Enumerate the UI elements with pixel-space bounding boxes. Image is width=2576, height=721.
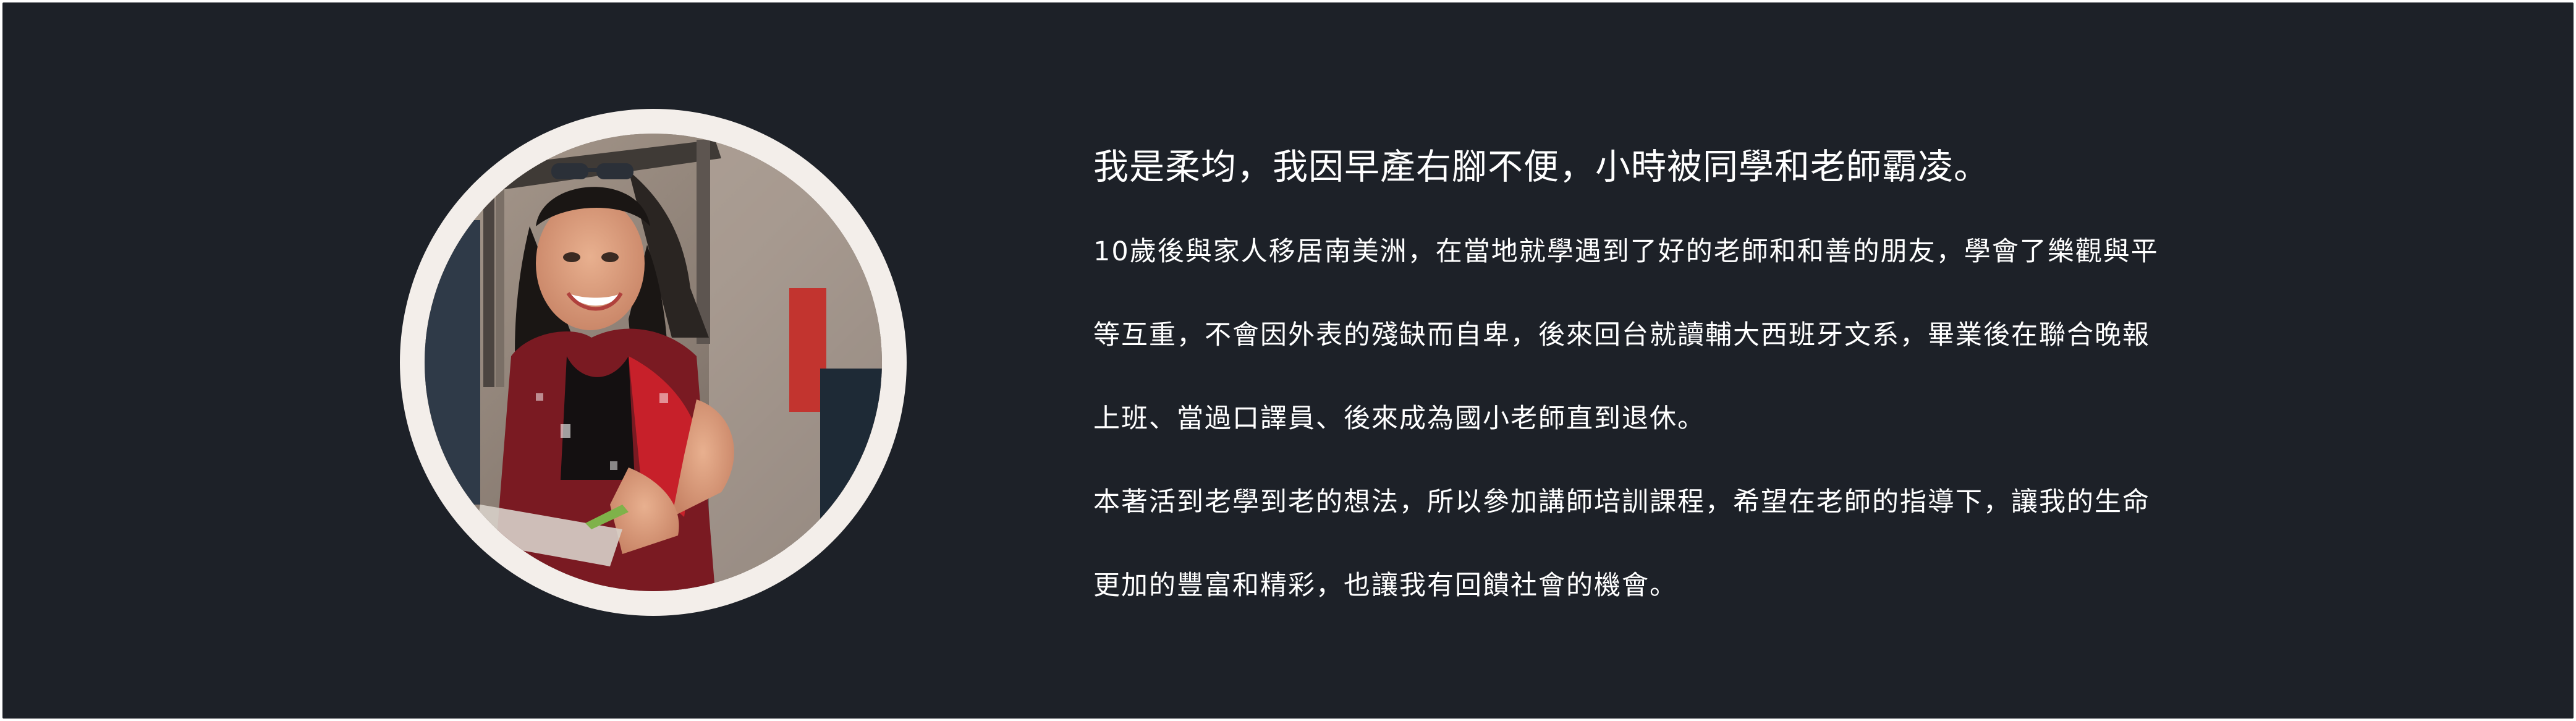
bio-line: 等互重，不會因外表的殘缺而自卑，後來回台就讀輔大西班牙文系，畢業後在聯合晚報	[1093, 320, 2150, 351]
bio-heading: 我是柔均，我因早產右腳不便，小時被同學和老師霸凌。	[1093, 147, 1989, 187]
profile-card: 我是柔均，我因早產右腳不便，小時被同學和老師霸凌。 10歲後與家人移居南美洲，在…	[2, 2, 2574, 719]
bio-paragraph-1: 10歲後與家人移居南美洲，在當地就學遇到了好的老師和和善的朋友，學會了樂觀與平 …	[1093, 210, 2397, 461]
bio-line: 本著活到老學到老的想法，所以參加講師培訓課程，希望在老師的指導下，讓我的生命	[1093, 487, 2150, 518]
bio-line: 更加的豐富和精彩，也讓我有回饋社會的機會。	[1093, 570, 1677, 601]
bio-paragraph-2: 本著活到老學到老的想法，所以參加講師培訓課程，希望在老師的指導下，讓我的生命 更…	[1093, 461, 2397, 628]
bio-line: 上班、當過口譯員、後來成為國小老師直到退休。	[1093, 403, 1705, 434]
avatar-frame	[400, 109, 907, 616]
bio-line: 10歲後與家人移居南美洲，在當地就學遇到了好的老師和和善的朋友，學會了樂觀與平	[1093, 236, 2159, 267]
bio-text: 我是柔均，我因早產右腳不便，小時被同學和老師霸凌。 10歲後與家人移居南美洲，在…	[1093, 137, 2397, 628]
portrait-image	[425, 134, 882, 591]
avatar	[425, 134, 882, 591]
